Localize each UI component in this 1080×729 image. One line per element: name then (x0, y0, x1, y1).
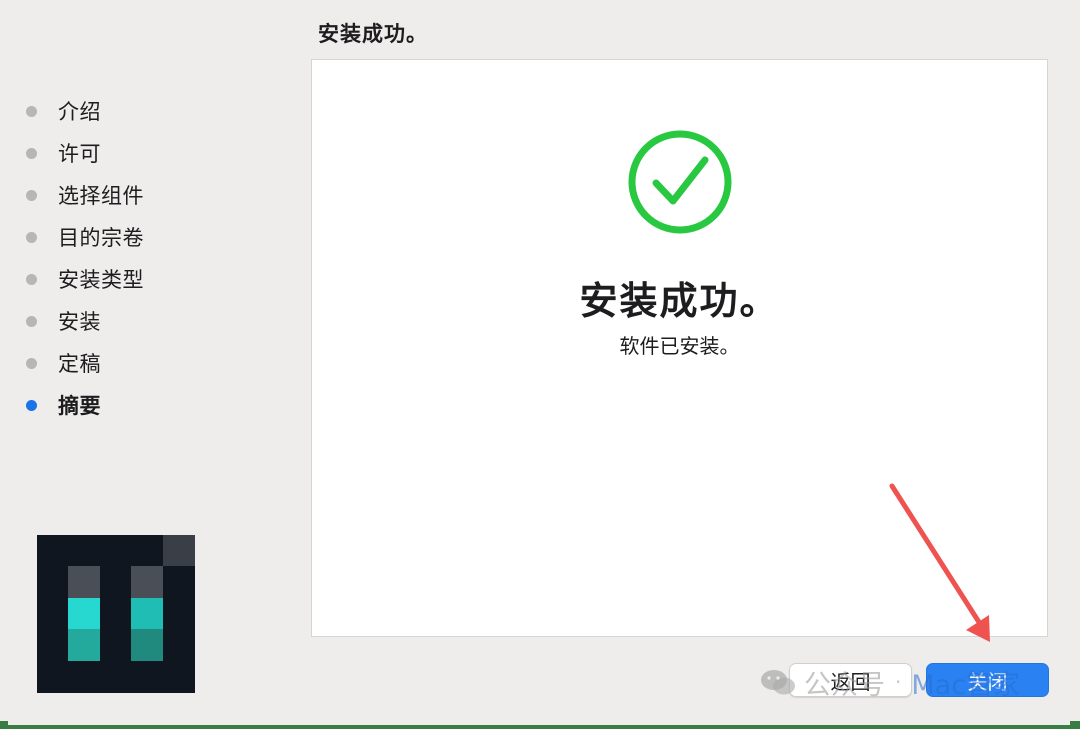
sidebar-step-install: 安装 (26, 300, 286, 342)
close-button[interactable]: 关闭 (926, 663, 1049, 697)
step-dot-icon (26, 147, 37, 159)
installer-window: 安装成功。 介绍 许可 选择组件 目的宗卷 安装类型 安装 定稿 摘要 安装成功… (0, 0, 1080, 721)
step-label: 安装 (58, 310, 101, 334)
window-bottom-edge (0, 721, 1080, 729)
step-label: 介绍 (58, 100, 101, 124)
checkmark-circle-icon (628, 130, 732, 234)
success-description: 软件已安装。 (619, 334, 740, 358)
sidebar-step-intro: 介绍 (26, 90, 286, 132)
sidebar-step-components: 选择组件 (26, 174, 286, 216)
step-label: 安装类型 (58, 268, 144, 292)
sidebar-step-finalize: 定稿 (26, 342, 286, 384)
step-dot-active-icon (26, 399, 37, 411)
step-dot-icon (26, 231, 37, 243)
page-title: 安装成功。 (318, 22, 428, 46)
sidebar-step-destination: 目的宗卷 (26, 216, 286, 258)
step-dot-icon (26, 189, 37, 201)
step-dot-icon (26, 273, 37, 285)
step-label: 选择组件 (58, 184, 144, 208)
step-label: 许可 (58, 142, 101, 166)
back-button[interactable]: 返回 (789, 663, 912, 697)
app-logo-icon (37, 535, 195, 693)
step-dot-icon (26, 315, 37, 327)
sidebar-step-summary: 摘要 (26, 384, 286, 426)
step-dot-icon (26, 105, 37, 117)
step-dot-icon (26, 357, 37, 369)
summary-panel: 安装成功。 软件已安装。 (311, 59, 1048, 637)
step-label: 定稿 (58, 352, 101, 376)
step-label: 摘要 (58, 394, 101, 418)
success-title: 安装成功。 (579, 279, 780, 323)
sidebar-step-install-type: 安装类型 (26, 258, 286, 300)
step-label: 目的宗卷 (58, 226, 144, 250)
steps-sidebar: 介绍 许可 选择组件 目的宗卷 安装类型 安装 定稿 摘要 (26, 90, 286, 426)
sidebar-step-license: 许可 (26, 132, 286, 174)
